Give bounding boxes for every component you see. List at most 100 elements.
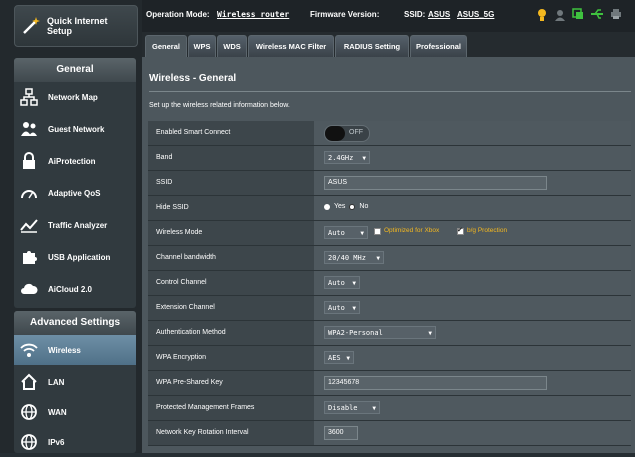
- sidebar-item-label: Adaptive QoS: [48, 188, 101, 198]
- control-channel-select[interactable]: Auto ▼: [324, 276, 360, 289]
- status-bar: Operation Mode: Wireless router Firmware…: [142, 0, 635, 32]
- wpa-psk-input[interactable]: 12345678: [324, 376, 547, 390]
- operation-mode-link[interactable]: Wireless router: [217, 10, 289, 19]
- pmf-value: Disable: [328, 404, 358, 412]
- sidebar: Quick Internet Setup General Network Map…: [0, 0, 142, 453]
- sidebar-item-guest-network[interactable]: Guest Network: [14, 114, 136, 144]
- quick-internet-setup-button[interactable]: Quick Internet Setup: [14, 5, 138, 47]
- tab-wps[interactable]: WPS: [188, 35, 216, 57]
- sidebar-item-network-map[interactable]: Network Map: [14, 82, 136, 112]
- sidebar-item-aicloud[interactable]: AiCloud 2.0: [14, 274, 136, 304]
- auth-method-value: WPA2-Personal: [328, 329, 383, 337]
- tab-bar: General WPS WDS Wireless MAC Filter RADI…: [142, 32, 635, 57]
- chevron-down-icon: ▼: [352, 305, 356, 312]
- printer-icon[interactable]: [610, 8, 622, 20]
- wireless-mode-select[interactable]: Auto ▼: [324, 226, 368, 239]
- channel-bandwidth-select[interactable]: 20/40 MHz ▼: [324, 251, 384, 264]
- tab-wds[interactable]: WDS: [217, 35, 247, 57]
- sidebar-item-lan[interactable]: LAN: [14, 367, 136, 397]
- sidebar-item-label: IPv6: [48, 437, 65, 447]
- wireless-mode-value-cell: Auto ▼ Optimized for Xbox b/g Protection: [314, 221, 631, 245]
- network-map-icon: [19, 87, 39, 107]
- control-channel-value-cell: Auto ▼: [314, 271, 631, 295]
- hide-ssid-no-label: No: [359, 203, 369, 210]
- smart-connect-toggle[interactable]: OFF: [324, 125, 370, 142]
- tab-radius-setting[interactable]: RADIUS Setting: [335, 35, 409, 57]
- wpa-psk-label: WPA Pre-Shared Key: [148, 371, 314, 395]
- channel-bandwidth-value: 20/40 MHz: [328, 254, 366, 262]
- wpa-encryption-select[interactable]: AES ▼: [324, 351, 354, 364]
- sidebar-item-label: AiCloud 2.0: [48, 284, 93, 294]
- row-control-channel: Control Channel Auto ▼: [148, 271, 631, 296]
- sidebar-item-label: Network Map: [48, 92, 98, 102]
- guest-network-icon: [19, 119, 39, 139]
- internet-status-icon[interactable]: [572, 8, 584, 20]
- chart-icon: [19, 215, 39, 235]
- smart-connect-value-cell: OFF: [314, 121, 631, 145]
- usb-icon[interactable]: [590, 8, 604, 20]
- sidebar-item-traffic-analyzer[interactable]: Traffic Analyzer: [14, 210, 136, 240]
- chevron-down-icon: ▼: [346, 355, 350, 362]
- cloud-icon: [19, 279, 39, 299]
- hide-ssid-radio-group: Yes No: [324, 203, 368, 210]
- sidebar-item-adaptive-qos[interactable]: Adaptive QoS: [14, 178, 136, 208]
- tab-wireless-mac-filter[interactable]: Wireless MAC Filter: [248, 35, 334, 57]
- row-wireless-mode: Wireless Mode Auto ▼ Optimized for Xbox b…: [148, 221, 631, 246]
- user-icon[interactable]: [554, 9, 566, 21]
- tab-general[interactable]: General: [145, 35, 187, 57]
- extension-channel-value: Auto: [328, 304, 345, 312]
- ssid-24g-link[interactable]: ASUS: [428, 10, 450, 19]
- extension-channel-select[interactable]: Auto ▼: [324, 301, 360, 314]
- wireless-mode-value: Auto: [328, 229, 345, 237]
- key-rotation-value-cell: 3600: [314, 421, 631, 445]
- key-rotation-input[interactable]: 3600: [324, 426, 358, 440]
- sidebar-item-aiprotection[interactable]: AiProtection: [14, 146, 136, 176]
- chevron-down-icon: ▼: [352, 280, 356, 287]
- gauge-icon: [19, 183, 39, 203]
- toggle-state-text: OFF: [349, 129, 363, 136]
- row-smart-connect: Enabled Smart Connect OFF: [148, 121, 631, 146]
- hide-ssid-no-radio[interactable]: [349, 203, 356, 210]
- row-auth-method: Authentication Method WPA2-Personal ▼: [148, 321, 631, 346]
- tab-professional[interactable]: Professional: [410, 35, 467, 57]
- title-divider: [149, 91, 631, 92]
- row-wpa-encryption: WPA Encryption AES ▼: [148, 346, 631, 371]
- wpa-encryption-label: WPA Encryption: [148, 346, 314, 370]
- chevron-down-icon: ▼: [362, 155, 366, 162]
- band-value-cell: 2.4GHz ▼: [314, 146, 631, 170]
- pmf-label: Protected Management Frames: [148, 396, 314, 420]
- lock-icon: [19, 151, 39, 171]
- bg-protection-label: b/g Protection: [467, 227, 508, 234]
- row-extension-channel: Extension Channel Auto ▼: [148, 296, 631, 321]
- band-select[interactable]: 2.4GHz ▼: [324, 151, 370, 164]
- smart-connect-label: Enabled Smart Connect: [148, 121, 314, 145]
- extension-channel-label: Extension Channel: [148, 296, 314, 320]
- sidebar-item-wan[interactable]: WAN: [14, 397, 136, 427]
- ssid-value-cell: ASUS: [314, 171, 631, 195]
- sidebar-item-label: LAN: [48, 377, 65, 387]
- globe-icon: [19, 402, 39, 422]
- sidebar-item-usb-application[interactable]: USB Application: [14, 242, 136, 272]
- ssid-5g-link[interactable]: ASUS_5G: [457, 10, 494, 19]
- auth-method-select[interactable]: WPA2-Personal ▼: [324, 326, 436, 339]
- sidebar-item-wireless[interactable]: Wireless: [14, 335, 136, 365]
- wpa-encryption-value-cell: AES ▼: [314, 346, 631, 370]
- xbox-checkbox[interactable]: [374, 228, 381, 235]
- wifi-icon: [19, 340, 39, 360]
- advanced-settings-heading: Advanced Settings: [14, 311, 136, 335]
- general-menu-group: General Network Map Guest Network AiProt…: [14, 58, 136, 308]
- pmf-select[interactable]: Disable ▼: [324, 401, 380, 414]
- settings-form: Enabled Smart Connect OFF Band 2.4GHz ▼ S…: [148, 119, 631, 453]
- band-label: Band: [148, 146, 314, 170]
- magic-wand-icon: [23, 17, 40, 34]
- page-description: Set up the wireless related information …: [149, 102, 290, 109]
- firmware-version-label: Firmware Version:: [310, 10, 380, 19]
- control-channel-value: Auto: [328, 279, 345, 287]
- hide-ssid-value-cell: Yes No: [314, 196, 631, 220]
- bulb-icon[interactable]: [537, 8, 547, 22]
- hide-ssid-yes-radio[interactable]: [324, 203, 330, 210]
- hide-ssid-label: Hide SSID: [148, 196, 314, 220]
- bg-protection-checkbox[interactable]: [457, 226, 464, 235]
- channel-bandwidth-value-cell: 20/40 MHz ▼: [314, 246, 631, 270]
- ssid-input[interactable]: ASUS: [324, 176, 547, 190]
